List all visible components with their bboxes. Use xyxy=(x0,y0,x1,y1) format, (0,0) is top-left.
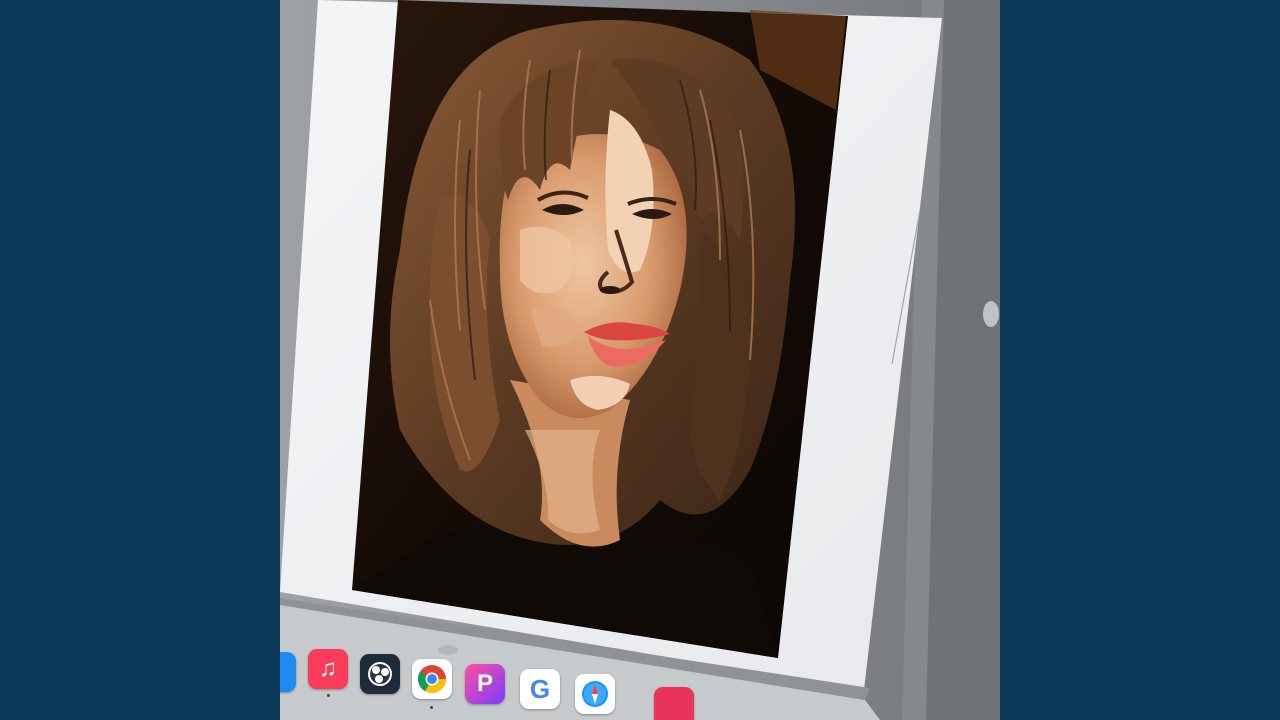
safari-logo xyxy=(582,681,608,707)
picsart-icon[interactable]: P xyxy=(465,664,505,704)
music-glyph: ♫ xyxy=(319,655,337,682)
google-icon[interactable]: G xyxy=(520,669,560,709)
obs-logo xyxy=(368,662,392,686)
app-store-icon[interactable] xyxy=(280,652,296,692)
photo-of-monitor: ♫ P G xyxy=(280,0,1000,720)
obs-icon[interactable] xyxy=(360,654,400,694)
google-glyph: G xyxy=(529,673,551,704)
app-icon-partial[interactable] xyxy=(654,687,694,720)
running-indicator xyxy=(327,694,330,697)
picsart-glyph: P xyxy=(476,670,493,697)
music-icon[interactable]: ♫ xyxy=(308,649,348,689)
chrome-icon[interactable] xyxy=(412,659,452,699)
safari-icon[interactable] xyxy=(575,674,615,714)
running-indicator xyxy=(430,706,433,709)
dock: ♫ P G xyxy=(280,632,1000,720)
chrome-logo xyxy=(418,665,446,693)
monitor-screen xyxy=(280,0,1000,720)
